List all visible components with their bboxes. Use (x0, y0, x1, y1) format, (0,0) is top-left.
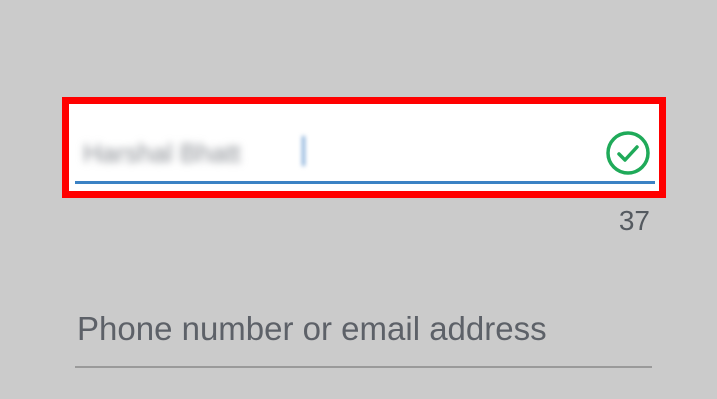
highlight-annotation-box: Harshal Bhatt (62, 97, 666, 198)
text-cursor (302, 136, 305, 166)
contact-field-underline (75, 366, 652, 368)
name-field[interactable]: Harshal Bhatt (69, 104, 659, 191)
check-circle-icon (605, 130, 651, 176)
name-field-value: Harshal Bhatt (83, 138, 241, 168)
contact-field-placeholder: Phone number or email address (77, 310, 547, 347)
character-counter: 37 (618, 205, 650, 236)
name-field-underline (75, 181, 655, 184)
contact-field[interactable]: Phone number or email address (75, 300, 652, 368)
